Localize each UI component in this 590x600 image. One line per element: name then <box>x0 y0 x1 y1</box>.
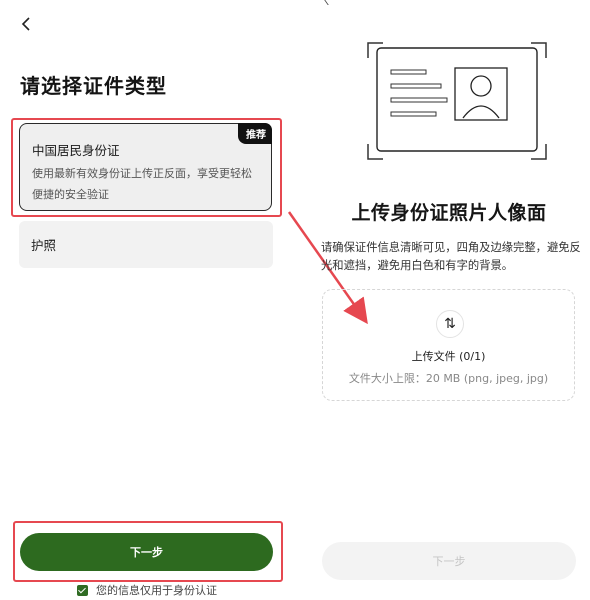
upload-count: 上传文件 (0/1) <box>411 350 486 363</box>
upload-title: 上传身份证照片人像面 <box>351 202 547 224</box>
swap-arrows-icon[interactable]: ⇅ <box>436 310 464 338</box>
upload-limit: 文件大小上限：20 MB (png, jpeg, jpg) <box>348 372 549 385</box>
upload-description: 请确保证件信息清晰可见，四角及边缘完整，避免反光和遮挡，避免用白色和有字的背景。 <box>321 241 581 272</box>
next-button-disabled[interactable]: 下一步 <box>322 542 576 580</box>
id-card-illustration <box>367 42 547 160</box>
